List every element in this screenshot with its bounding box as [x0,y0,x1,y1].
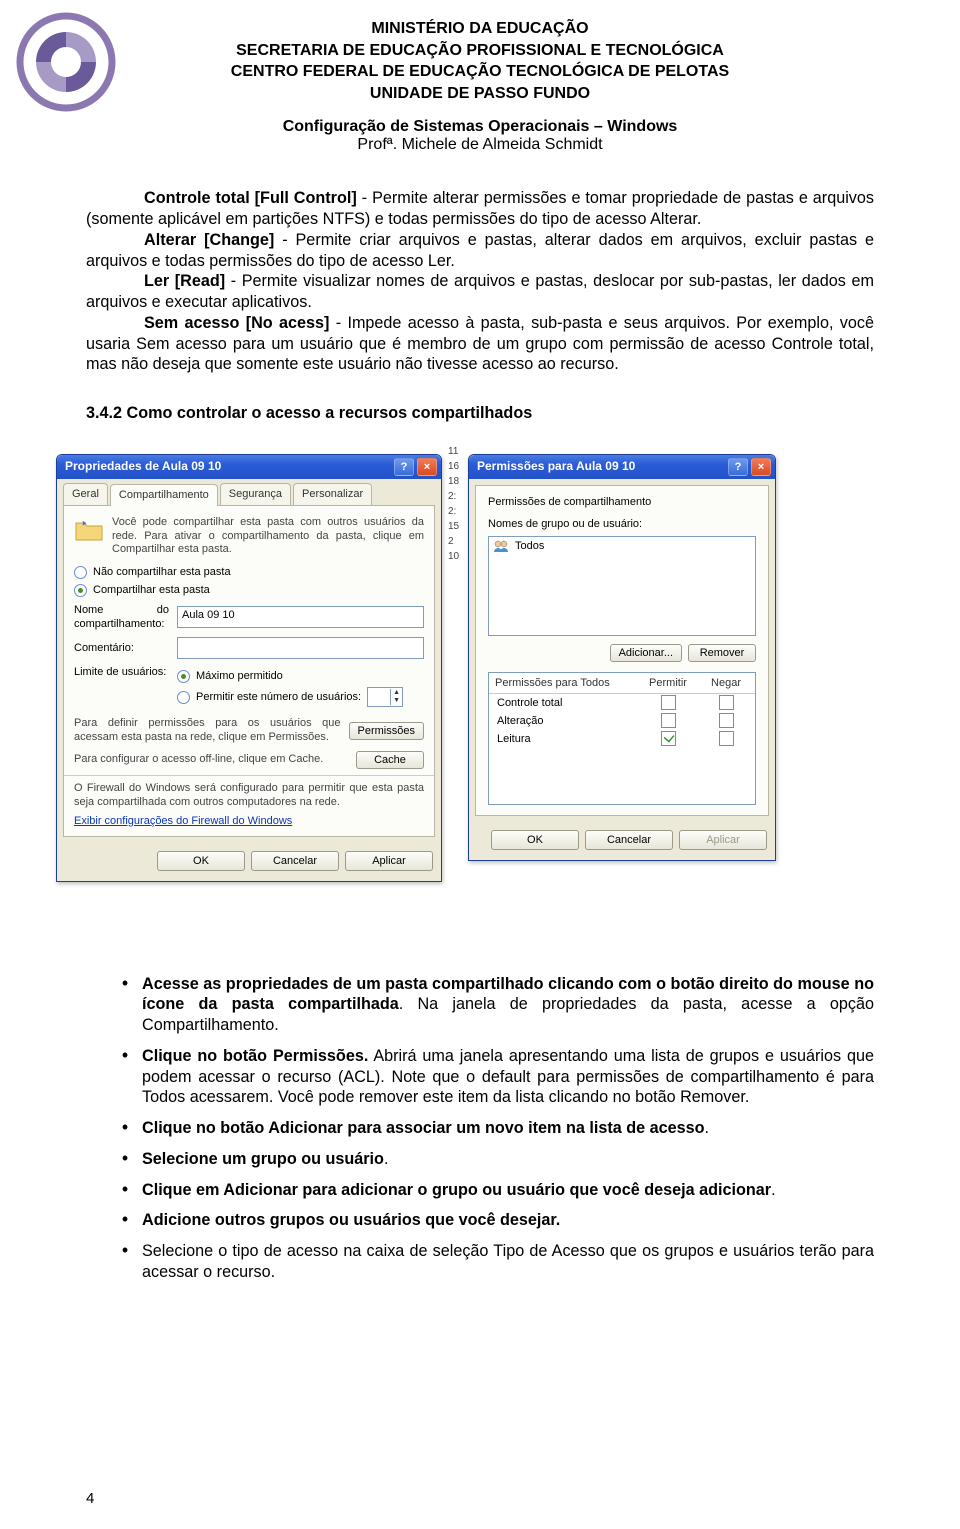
perm-row: Controle total [489,694,755,712]
ok-button[interactable]: OK [491,830,579,850]
cefet-logo [16,12,116,112]
comment-label: Comentário: [74,641,169,655]
window-title: Propriedades de Aula 09 10 [65,459,391,474]
tab-compartilhamento[interactable]: Compartilhamento [110,484,218,506]
list-item[interactable]: Todos [489,537,755,555]
cache-button[interactable]: Cache [356,751,424,769]
close-button[interactable]: × [751,458,771,476]
user-count-stepper[interactable]: ▲▼ [367,687,403,707]
user-limit-label: Limite de usuários: [74,665,169,679]
tab-geral[interactable]: Geral [63,483,108,505]
tab-strip: Geral Compartilhamento Segurança Persona… [57,479,441,505]
apply-button[interactable]: Aplicar [345,851,433,871]
course-title: Configuração de Sistemas Operacionais – … [86,118,874,136]
apply-button[interactable]: Aplicar [679,830,767,850]
bullet-icon: • [108,1241,142,1282]
allow-header: Permitir [639,673,697,693]
group-icon [493,539,509,553]
allow-checkbox[interactable] [661,731,676,746]
share-name-label: Nome do compartilhamento: [74,603,169,631]
bullet-icon: • [108,1118,142,1139]
professor-line: Profª. Michele de Almeida Schmidt [86,136,874,154]
header-line-2: SECRETARIA DE EDUCAÇÃO PROFISSIONAL E TE… [86,40,874,62]
screenshot-area: 11 16 18 2: 2: 15 2 10 Propriedades de A… [56,444,776,954]
add-button[interactable]: Adicionar... [610,644,682,662]
permissions-button[interactable]: Permissões [349,722,424,740]
perms-for-label: Permissões para Todos [489,673,639,693]
perm-hint: Para definir permissões para os usuários… [74,717,341,745]
allow-checkbox[interactable] [661,695,676,710]
close-button[interactable]: × [417,458,437,476]
perm-row: Alteração [489,712,755,730]
bullet-icon: • [108,1149,142,1170]
cache-hint: Para configurar o acesso off-line, cliqu… [74,753,348,767]
tab-seguranca[interactable]: Segurança [220,483,291,505]
instruction-list: •Acesse as propriedades de um pasta comp… [108,974,874,1283]
bullet-icon: • [108,1046,142,1108]
titlebar[interactable]: Propriedades de Aula 09 10 ? × [57,455,441,479]
cancel-button[interactable]: Cancelar [585,830,673,850]
shared-folder-icon [74,516,104,544]
radio-allow-number[interactable]: Permitir este número de usuários: ▲▼ [177,687,424,707]
permissions-grid: Permissões para Todos Permitir Negar Con… [488,672,756,805]
bullet-icon: • [108,1210,142,1231]
user-listbox[interactable]: Todos [488,536,756,636]
term-no-access: Sem acesso [No acess] [144,314,329,332]
group-box-label: Permissões de compartilhamento [488,496,756,510]
cancel-button[interactable]: Cancelar [251,851,339,871]
perm-row: Leitura [489,730,755,748]
page-number: 4 [86,1490,94,1507]
remove-button[interactable]: Remover [688,644,756,662]
header-line-4: UNIDADE DE PASSO FUNDO [86,83,874,105]
share-name-input[interactable]: Aula 09 10 [177,606,424,628]
doc-subhead: Configuração de Sistemas Operacionais – … [86,118,874,154]
titlebar[interactable]: Permissões para Aula 09 10 ? × [469,455,775,479]
page: MINISTÉRIO DA EDUCAÇÃO SECRETARIA DE EDU… [0,0,960,1529]
bullet-icon: • [108,1180,142,1201]
comment-input[interactable] [177,637,424,659]
firewall-settings-link[interactable]: Exibir configurações do Firewall do Wind… [74,814,424,828]
allow-checkbox[interactable] [661,713,676,728]
doc-header: MINISTÉRIO DA EDUCAÇÃO SECRETARIA DE EDU… [86,18,874,104]
help-button[interactable]: ? [728,458,748,476]
body-text: Controle total [Full Control] - Permite … [86,188,874,1282]
permissions-window: Permissões para Aula 09 10 ? × Permissõe… [468,454,776,861]
radio-no-share[interactable]: Não compartilhar esta pasta [74,565,424,579]
term-read: Ler [Read] [144,272,225,290]
window-title: Permissões para Aula 09 10 [477,459,725,474]
term-change: Alterar [Change] [144,231,274,249]
deny-header: Negar [697,673,755,693]
list-item-label: Todos [515,539,544,553]
background-list-fragment: 11 16 18 2: 2: 15 2 10 [448,444,459,564]
header-line-1: MINISTÉRIO DA EDUCAÇÃO [86,18,874,40]
header-line-3: CENTRO FEDERAL DE EDUCAÇÃO TECNOLÓGICA D… [86,61,874,83]
section-heading: 3.4.2 Como controlar o acesso a recursos… [86,403,874,424]
names-label: Nomes de grupo ou de usuário: [488,517,756,531]
firewall-note: O Firewall do Windows será configurado p… [74,782,424,810]
term-full-control: Controle total [Full Control] [144,189,357,207]
share-description: Você pode compartilhar esta pasta com ou… [112,516,424,557]
radio-max-allowed[interactable]: Máximo permitido [177,669,424,683]
tab-personalizar[interactable]: Personalizar [293,483,372,505]
deny-checkbox[interactable] [719,713,734,728]
deny-checkbox[interactable] [719,695,734,710]
ok-button[interactable]: OK [157,851,245,871]
help-button[interactable]: ? [394,458,414,476]
radio-share[interactable]: Compartilhar esta pasta [74,583,424,597]
deny-checkbox[interactable] [719,731,734,746]
bullet-icon: • [108,974,142,1036]
properties-window: Propriedades de Aula 09 10 ? × Geral Com… [56,454,442,882]
